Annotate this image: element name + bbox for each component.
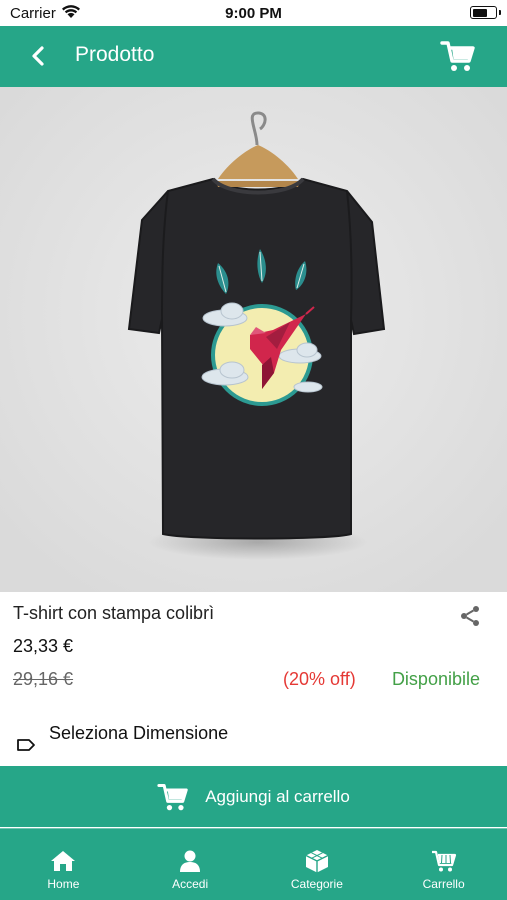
- chevron-left-icon: [32, 46, 44, 66]
- original-price: 29,16 €: [13, 669, 74, 689]
- tab-cart-label: Carrello: [422, 877, 465, 891]
- share-button[interactable]: [458, 604, 482, 628]
- discount-label: (20% off): [283, 669, 356, 689]
- home-icon: [51, 851, 76, 871]
- product-name: T-shirt con stampa colibrì: [13, 603, 215, 623]
- size-selector-label: Seleziona Dimensione: [49, 723, 229, 743]
- add-to-cart-button[interactable]: Aggiungi al carrello: [0, 766, 507, 827]
- product-image[interactable]: [0, 87, 507, 592]
- tab-home[interactable]: Home: [0, 829, 127, 900]
- status-bar: Carrier 9:00 PM: [0, 0, 507, 26]
- back-button[interactable]: [22, 40, 54, 72]
- shopping-cart-icon: [157, 783, 188, 810]
- battery-icon: [470, 6, 501, 19]
- tab-categories-label: Categorie: [290, 877, 343, 891]
- tab-categories[interactable]: Categorie: [254, 829, 381, 900]
- product-info: T-shirt con stampa colibrì 23,33 € 29,16…: [0, 592, 507, 766]
- bottom-tab-bar: Home Accedi Categorie Carrello: [0, 828, 507, 900]
- add-to-cart-label: Aggiungi al carrello: [205, 786, 350, 806]
- cart-button[interactable]: [440, 39, 476, 73]
- app-bar: Prodotto: [0, 26, 507, 87]
- battery-level: [472, 8, 487, 17]
- shopping-cart-icon: [440, 41, 475, 71]
- status-time: 9:00 PM: [225, 5, 282, 22]
- share-icon: [461, 606, 479, 626]
- tab-cart[interactable]: Carrello: [380, 829, 507, 900]
- page-title: Prodotto: [75, 43, 155, 66]
- tab-home-label: Home: [47, 877, 80, 891]
- cube-icon: [305, 850, 329, 873]
- tag-icon: [17, 739, 35, 751]
- user-icon: [180, 850, 201, 872]
- tab-login-label: Accedi: [172, 877, 209, 891]
- size-selector[interactable]: Seleziona Dimensione: [0, 716, 507, 760]
- tshirt-illustration: [0, 87, 507, 592]
- availability-label: Disponibile: [391, 669, 480, 689]
- tab-login[interactable]: Accedi: [127, 829, 254, 900]
- product-price: 23,33 €: [13, 636, 74, 656]
- cart-icon: [431, 850, 456, 872]
